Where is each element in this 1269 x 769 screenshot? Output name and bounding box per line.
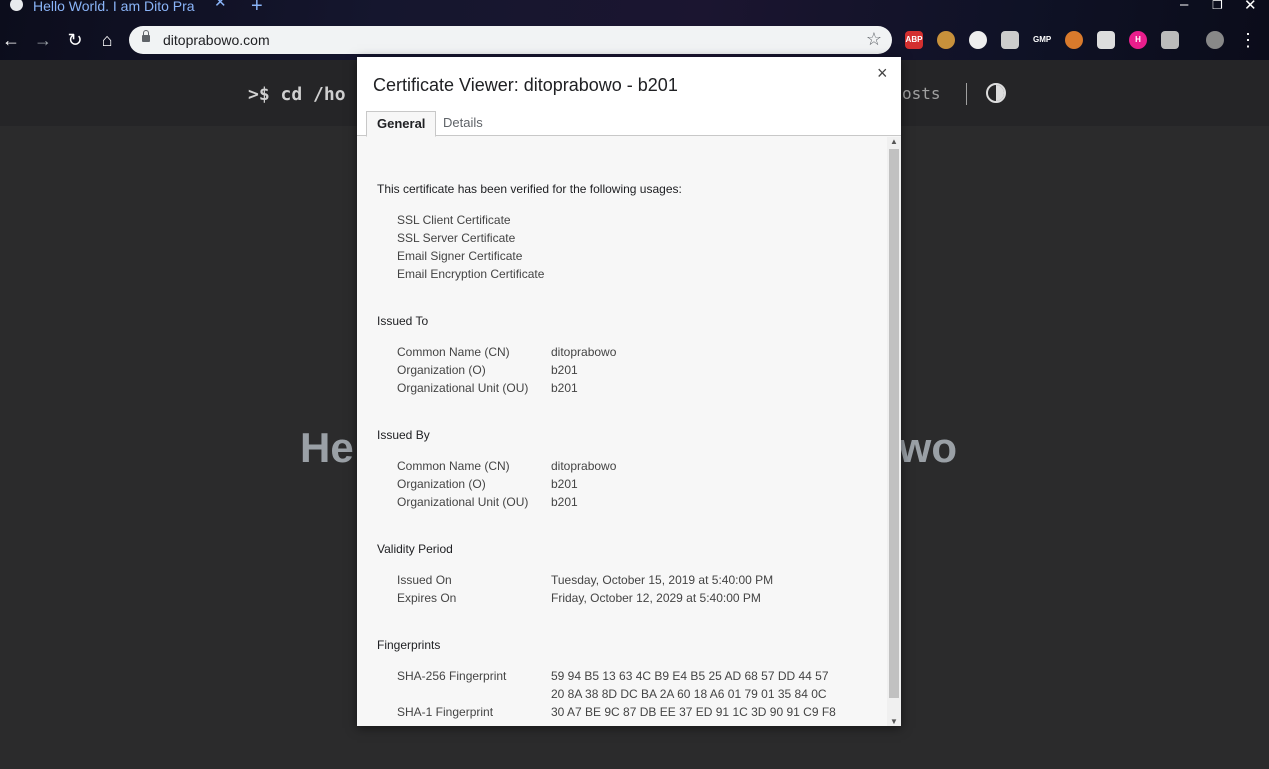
validity-heading: Validity Period xyxy=(377,542,453,556)
field-label: SHA-256 Fingerprint xyxy=(397,669,507,683)
forward-button[interactable]: → xyxy=(32,29,54,51)
extension-icon[interactable] xyxy=(1065,31,1083,49)
url-text[interactable]: ditoprabowo.com xyxy=(163,32,270,48)
site-prompt[interactable]: >$ cd /ho xyxy=(248,84,346,105)
dialog-scrollbar[interactable]: ▲ ▼ xyxy=(887,137,901,726)
dialog-title: Certificate Viewer: ditoprabowo - b201 xyxy=(373,75,678,95)
tab-title: Hello World. I am Dito Pra xyxy=(33,0,195,12)
field-value: b201 xyxy=(551,477,578,491)
field-label: Organizational Unit (OU) xyxy=(397,495,529,509)
scroll-up-icon[interactable]: ▲ xyxy=(890,137,898,146)
certificate-viewer-dialog: Certificate Viewer: ditoprabowo - b201 ×… xyxy=(357,57,901,726)
extension-icon[interactable] xyxy=(1097,31,1115,49)
field-value: b201 xyxy=(551,381,578,395)
tab-close-icon[interactable]: ✕ xyxy=(214,0,227,10)
issued-to-heading: Issued To xyxy=(377,314,429,328)
home-button[interactable]: ⌂ xyxy=(96,29,118,51)
nav-divider xyxy=(966,83,967,105)
issued-by-heading: Issued By xyxy=(377,428,430,442)
field-value: Friday, October 12, 2029 at 5:40:00 PM xyxy=(551,591,761,605)
nav-link-posts[interactable]: osts xyxy=(902,84,941,103)
field-value: 59 94 B5 13 63 4C B9 E4 B5 25 AD 68 57 D… xyxy=(551,669,829,683)
field-label: SHA-1 Fingerprint xyxy=(397,705,494,719)
field-label: Issued On xyxy=(397,573,452,587)
minimize-button[interactable]: ‒ xyxy=(1180,0,1188,13)
lock-icon[interactable] xyxy=(142,30,150,42)
field-value: b201 xyxy=(551,363,578,377)
field-label: Organization (O) xyxy=(397,477,486,491)
verified-text: This certificate has been verified for t… xyxy=(377,182,682,196)
extension-icon[interactable] xyxy=(969,31,987,49)
browser-chrome: Hello World. I am Dito Pra ✕ + ‒ ❐ ✕ ← →… xyxy=(0,0,1269,60)
dialog-tabs: General Details xyxy=(357,99,901,137)
usage-item: Email Signer Certificate xyxy=(397,249,523,263)
field-value: b201 xyxy=(551,495,578,509)
theme-toggle-icon[interactable] xyxy=(986,83,1006,103)
field-label: Organization (O) xyxy=(397,363,486,377)
field-value: 30 A7 BE 9C 87 DB EE 37 ED 91 1C 3D 90 9… xyxy=(551,705,836,719)
hero-text-left: He xyxy=(300,424,354,471)
tab-details[interactable]: Details xyxy=(433,111,493,135)
extension-icon[interactable] xyxy=(1161,31,1179,49)
extension-icon[interactable] xyxy=(1001,31,1019,49)
gmp-extension-icon[interactable]: GMP xyxy=(1033,31,1051,49)
cookie-extension-icon[interactable] xyxy=(937,31,955,49)
field-value: 20 8A 38 8D DC BA 2A 60 18 A6 01 79 01 3… xyxy=(551,687,827,701)
reload-button[interactable]: ↻ xyxy=(64,29,86,51)
general-tab-content: This certificate has been verified for t… xyxy=(357,136,887,726)
browser-menu-icon[interactable]: ⋮ xyxy=(1237,29,1259,51)
scroll-down-icon[interactable]: ▼ xyxy=(890,717,898,726)
new-tab-button[interactable]: + xyxy=(251,0,263,18)
adblock-extension-icon[interactable]: ABP xyxy=(905,31,923,49)
tab-general[interactable]: General xyxy=(366,111,437,137)
window-close-button[interactable]: ✕ xyxy=(1244,0,1257,14)
address-bar[interactable]: ditoprabowo.com ☆ xyxy=(129,26,892,54)
bookmark-star-icon[interactable]: ☆ xyxy=(866,29,882,50)
field-label: Common Name (CN) xyxy=(397,459,510,473)
usage-item: Email Encryption Certificate xyxy=(397,267,545,281)
back-button[interactable]: ← xyxy=(0,29,22,51)
globe-icon xyxy=(10,0,23,11)
usage-item: SSL Server Certificate xyxy=(397,231,516,245)
field-value: Tuesday, October 15, 2019 at 5:40:00 PM xyxy=(551,573,774,587)
browser-tab[interactable]: Hello World. I am Dito Pra ✕ xyxy=(0,0,236,13)
fingerprints-heading: Fingerprints xyxy=(377,638,441,652)
profile-avatar[interactable] xyxy=(1206,31,1224,49)
usage-item: SSL Client Certificate xyxy=(397,213,511,227)
field-label: Organizational Unit (OU) xyxy=(397,381,529,395)
field-value: ditoprabowo xyxy=(551,345,617,359)
field-label: Common Name (CN) xyxy=(397,345,510,359)
field-label: Expires On xyxy=(397,591,457,605)
tab-strip: Hello World. I am Dito Pra ✕ + ‒ ❐ ✕ xyxy=(0,0,1269,22)
h-extension-icon[interactable]: H xyxy=(1129,31,1147,49)
close-icon[interactable]: × xyxy=(877,63,888,84)
dialog-header: Certificate Viewer: ditoprabowo - b201 × xyxy=(357,57,901,99)
scrollbar-thumb[interactable] xyxy=(889,149,899,698)
field-value: ditoprabowo xyxy=(551,459,617,473)
hero-text-right: wo xyxy=(898,424,957,471)
restore-button[interactable]: ❐ xyxy=(1212,0,1223,12)
